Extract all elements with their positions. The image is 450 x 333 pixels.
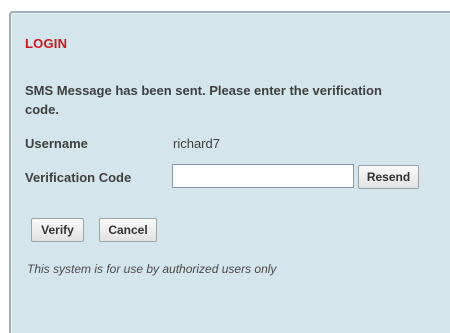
page-background: LOGIN SMS Message has been sent. Please … xyxy=(0,0,450,333)
resend-button[interactable]: Resend xyxy=(358,165,419,189)
verification-code-label: Verification Code xyxy=(25,170,132,185)
verification-code-input[interactable] xyxy=(172,164,354,188)
sms-sent-message: SMS Message has been sent. Please enter … xyxy=(25,83,382,117)
verify-button[interactable]: Verify xyxy=(31,218,84,242)
cancel-button[interactable]: Cancel xyxy=(99,218,157,242)
authorized-use-notice: This system is for use by authorized use… xyxy=(27,262,277,276)
username-label: Username xyxy=(25,136,88,151)
login-title: LOGIN xyxy=(25,36,68,51)
username-value: richard7 xyxy=(173,136,220,151)
